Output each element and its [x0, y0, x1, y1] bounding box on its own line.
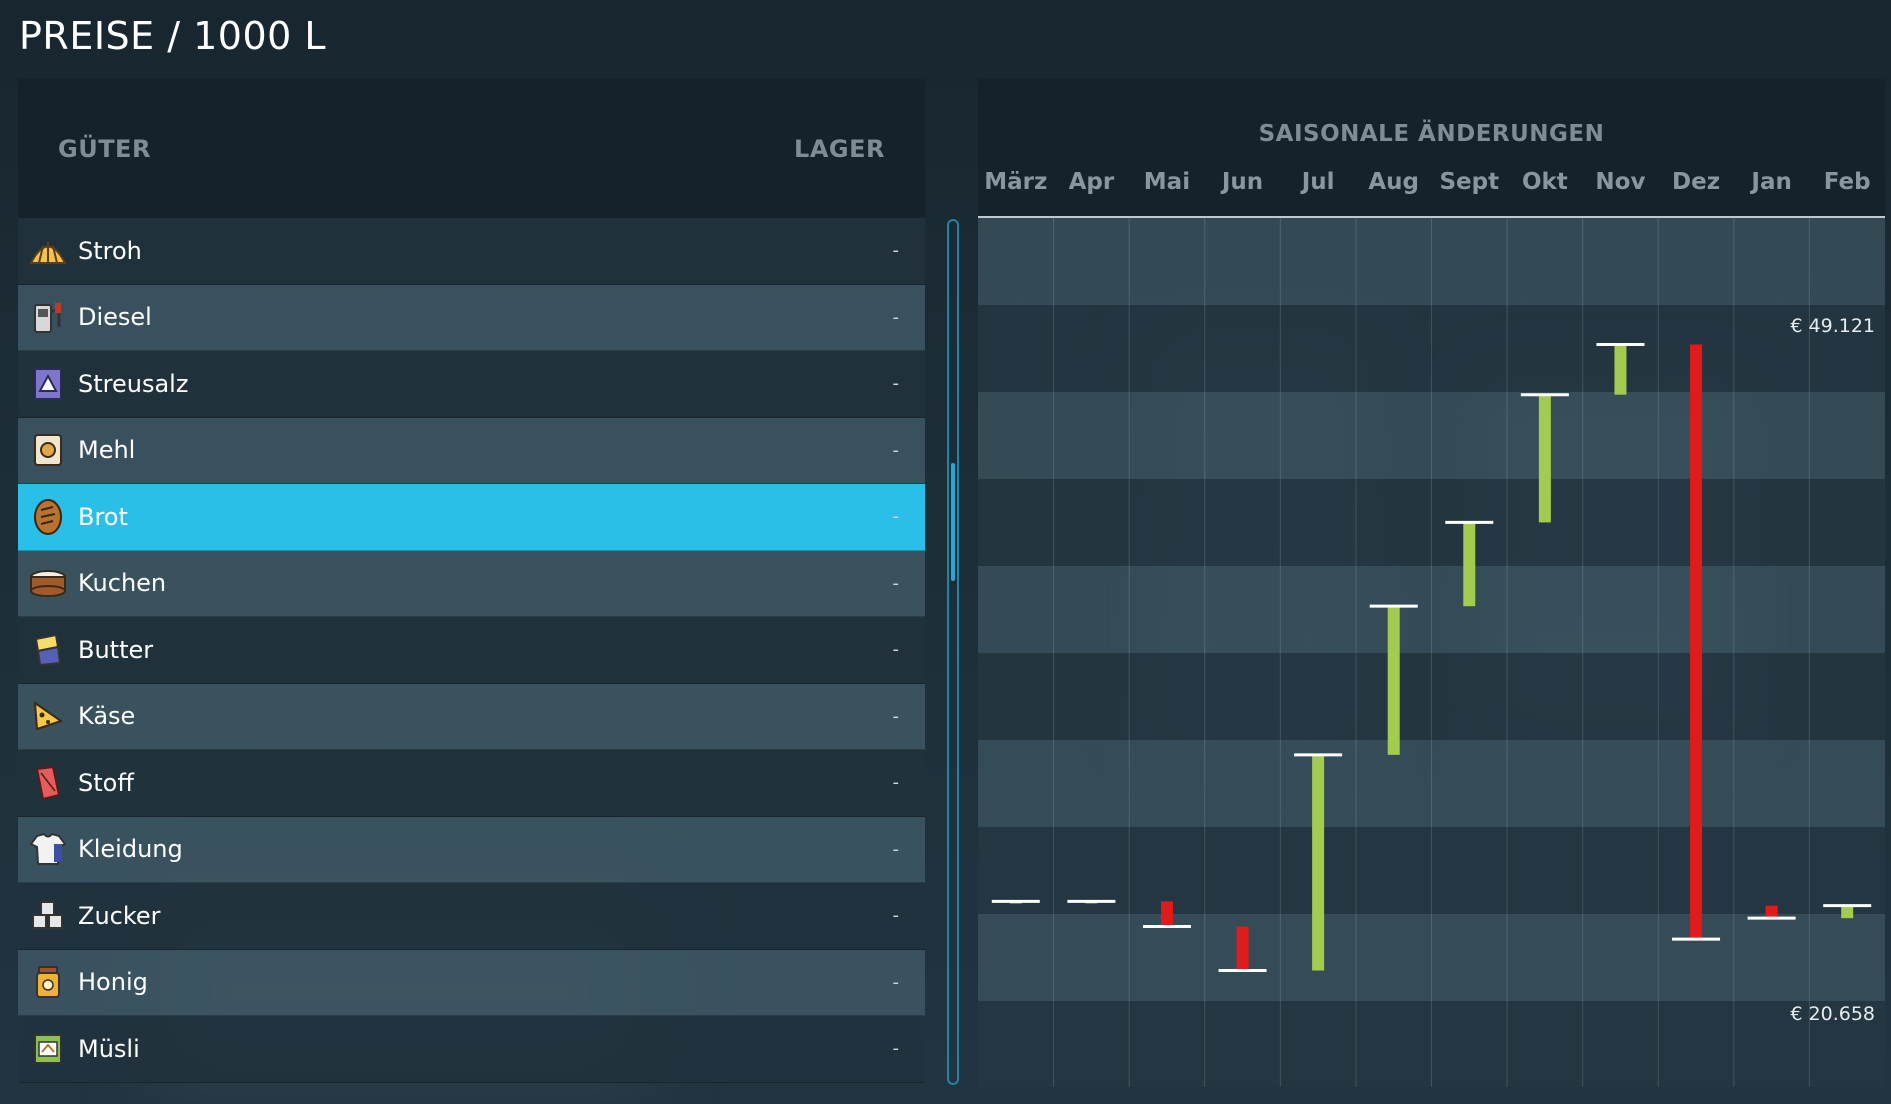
seasonal-price-chart [978, 218, 1885, 1088]
goods-stock: - [892, 971, 900, 993]
butter-icon [28, 630, 68, 670]
seasonal-chart-panel: SAISONALE ÄNDERUNGEN März Apr Mai Jun Jul Aug… [978, 79, 1885, 1088]
goods-name: Streusalz [78, 369, 189, 398]
month-label: Sept [1439, 169, 1500, 195]
goods-stock: - [892, 439, 900, 461]
sugar-cubes-icon [28, 896, 68, 936]
price-change-bar-feb [1841, 905, 1854, 919]
goods-stock: - [892, 240, 900, 262]
goods-row-stoff[interactable]: Stoff - [18, 750, 925, 817]
page-title: PREISE / 1000 L [19, 14, 327, 58]
price-change-bar-okt [1538, 394, 1551, 523]
chart-header: SAISONALE ÄNDERUNGEN März Apr Mai Jun Jul Aug… [978, 79, 1885, 218]
goods-stock: - [892, 572, 900, 594]
max-price-label: € 49.121 [1790, 315, 1875, 337]
goods-stock: - [892, 1038, 900, 1060]
goods-column-header: GÜTER [58, 135, 151, 163]
goods-name: Honig [78, 968, 148, 997]
goods-row-mehl[interactable]: Mehl - [18, 417, 925, 484]
bread-icon [28, 497, 68, 537]
goods-row-butter[interactable]: Butter - [18, 617, 925, 684]
goods-row-zucker[interactable]: Zucker - [18, 883, 925, 950]
goods-name: Stroh [78, 236, 142, 265]
goods-stock: - [892, 373, 900, 395]
goods-row-streusalz[interactable]: Streusalz - [18, 351, 925, 418]
cheese-icon [28, 696, 68, 736]
goods-row-diesel[interactable]: Diesel - [18, 284, 925, 351]
goods-stock: - [892, 506, 900, 528]
cake-icon [28, 563, 68, 603]
goods-row-honig[interactable]: Honig - [18, 949, 925, 1016]
chart-plot-area: € 49.121 € 20.658 [978, 218, 1885, 1088]
month-label: Nov [1595, 169, 1646, 195]
goods-name: Butter [78, 635, 154, 664]
goods-stock: - [892, 772, 900, 794]
month-label: Jul [1301, 169, 1335, 195]
price-change-bar-jun [1236, 926, 1249, 971]
month-label: Dez [1672, 169, 1721, 195]
month-label: Jan [1751, 169, 1792, 195]
clothing-icon [28, 829, 68, 869]
goods-stock: - [892, 639, 900, 661]
fabric-icon [28, 763, 68, 803]
goods-scrollbar[interactable] [947, 219, 959, 1085]
goods-header: GÜTER LAGER [18, 79, 925, 218]
goods-name: Diesel [78, 303, 152, 332]
goods-row-käse[interactable]: Käse - [18, 683, 925, 750]
goods-list: Stroh - Diesel - Streusalz - Mehl - Brot - Kuchen -… [18, 218, 925, 1083]
price-change-bar-mai [1160, 901, 1173, 927]
month-axis: März Apr Mai Jun Jul Aug Sept Okt Nov Dez Jan Feb [978, 169, 1885, 209]
month-label: Aug [1368, 169, 1420, 195]
price-change-bar-aug [1387, 606, 1400, 755]
goods-name: Kleidung [78, 835, 183, 864]
goods-stock: - [892, 306, 900, 328]
goods-row-kuchen[interactable]: Kuchen - [18, 550, 925, 617]
price-change-bar-jul [1312, 754, 1325, 971]
goods-name: Käse [78, 702, 136, 731]
price-change-bar-jan [1765, 905, 1778, 919]
fuel-pump-icon [28, 297, 68, 337]
goods-name: Stoff [78, 768, 134, 797]
goods-row-kleidung[interactable]: Kleidung - [18, 816, 925, 883]
cereal-icon [28, 1029, 68, 1069]
goods-name: Zucker [78, 901, 161, 930]
month-label: Apr [1068, 169, 1115, 195]
price-change-bar-nov [1614, 344, 1627, 395]
goods-name: Kuchen [78, 569, 167, 598]
price-change-bar-dez [1690, 344, 1703, 940]
goods-stock: - [892, 905, 900, 927]
month-label: Mai [1143, 169, 1191, 195]
goods-row-müsli[interactable]: Müsli - [18, 1016, 925, 1083]
min-price-label: € 20.658 [1790, 1003, 1875, 1025]
scrollbar-thumb[interactable] [951, 463, 955, 581]
straw-icon [28, 231, 68, 271]
month-label: Okt [1521, 169, 1568, 195]
goods-row-stroh[interactable]: Stroh - [18, 218, 925, 285]
goods-panel: GÜTER LAGER Stroh - Diesel - Streusalz - Mehl -… [18, 79, 925, 1087]
month-label: Feb [1823, 169, 1871, 195]
flour-sack-icon [28, 430, 68, 470]
honey-jar-icon [28, 962, 68, 1002]
goods-stock: - [892, 838, 900, 860]
chart-title: SAISONALE ÄNDERUNGEN [1258, 121, 1605, 147]
stock-column-header: LAGER [794, 135, 885, 163]
goods-row-brot[interactable]: Brot - [18, 484, 925, 551]
month-label: Jun [1221, 169, 1264, 195]
month-label: März [984, 169, 1048, 195]
road-salt-icon [28, 364, 68, 404]
goods-name: Müsli [78, 1034, 140, 1063]
goods-name: Brot [78, 502, 128, 531]
goods-name: Mehl [78, 436, 136, 465]
goods-stock: - [892, 705, 900, 727]
price-change-bar-sept [1463, 522, 1476, 607]
